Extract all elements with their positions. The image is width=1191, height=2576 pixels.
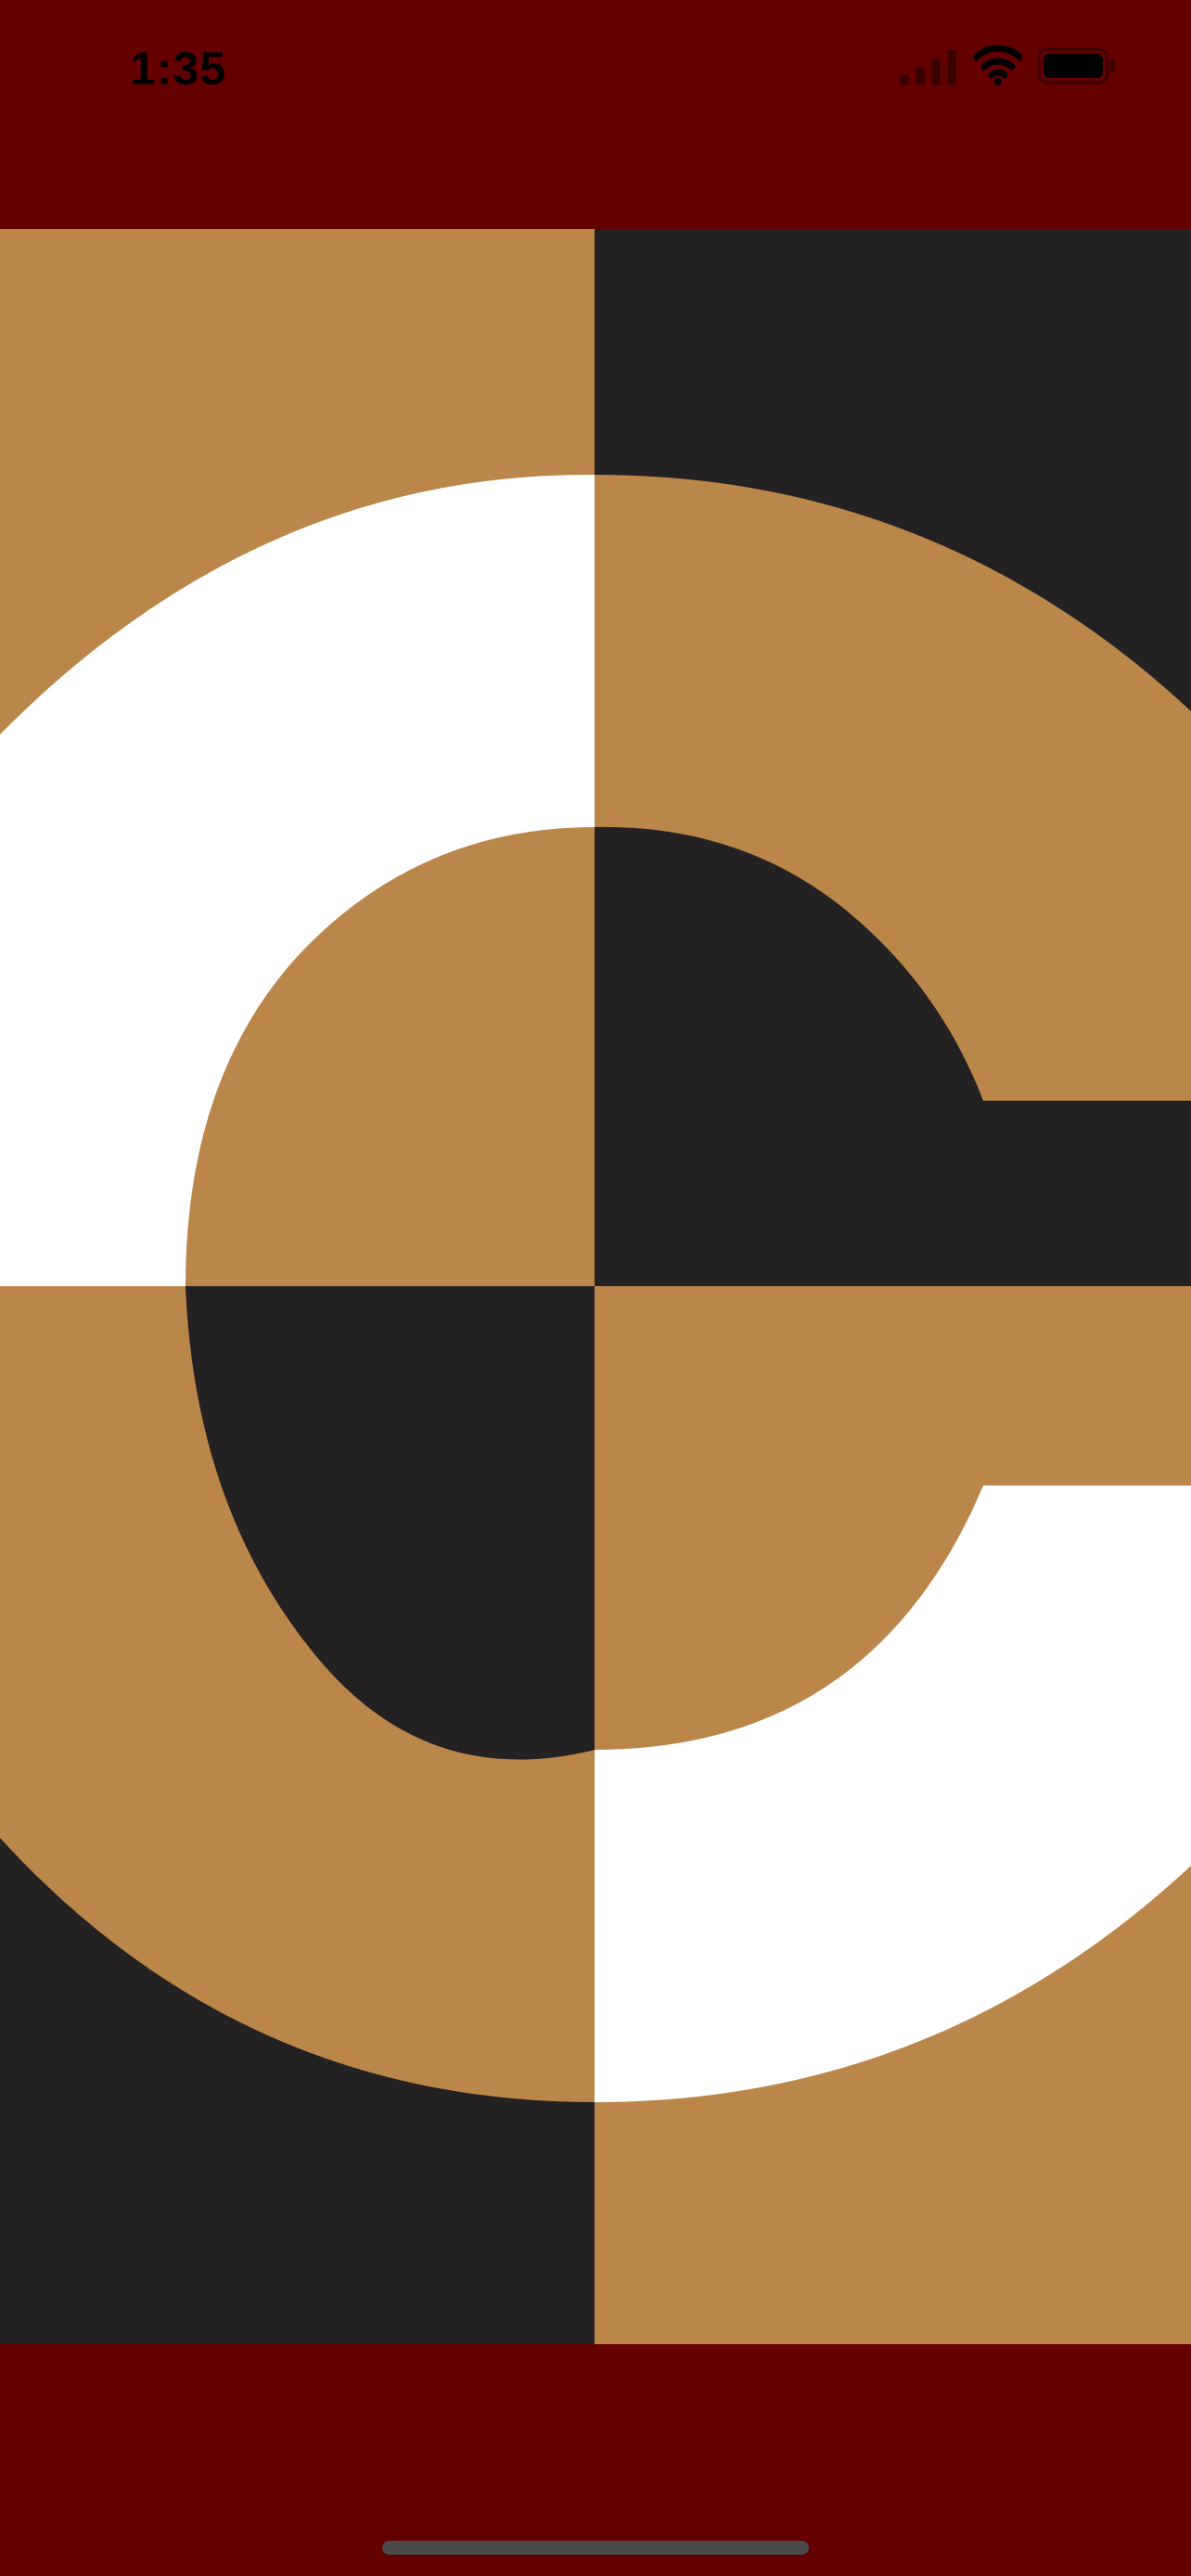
- battery-icon: [1037, 47, 1115, 84]
- quadrant-top-right: [595, 229, 1191, 1286]
- cellular-signal-icon: [900, 50, 956, 85]
- app-screen: 1:35: [0, 0, 1191, 2576]
- quadrant-bottom-left: [0, 1286, 595, 2344]
- status-bar: 1:35: [0, 0, 1191, 139]
- quadrant-bottom-right: [595, 1286, 1191, 2344]
- status-time: 1:35: [130, 43, 227, 95]
- quadrant-top-left: [0, 229, 595, 1286]
- home-indicator[interactable]: [382, 2541, 809, 2555]
- letter-c-artwork: [0, 229, 1191, 2344]
- wifi-icon: [974, 45, 1022, 85]
